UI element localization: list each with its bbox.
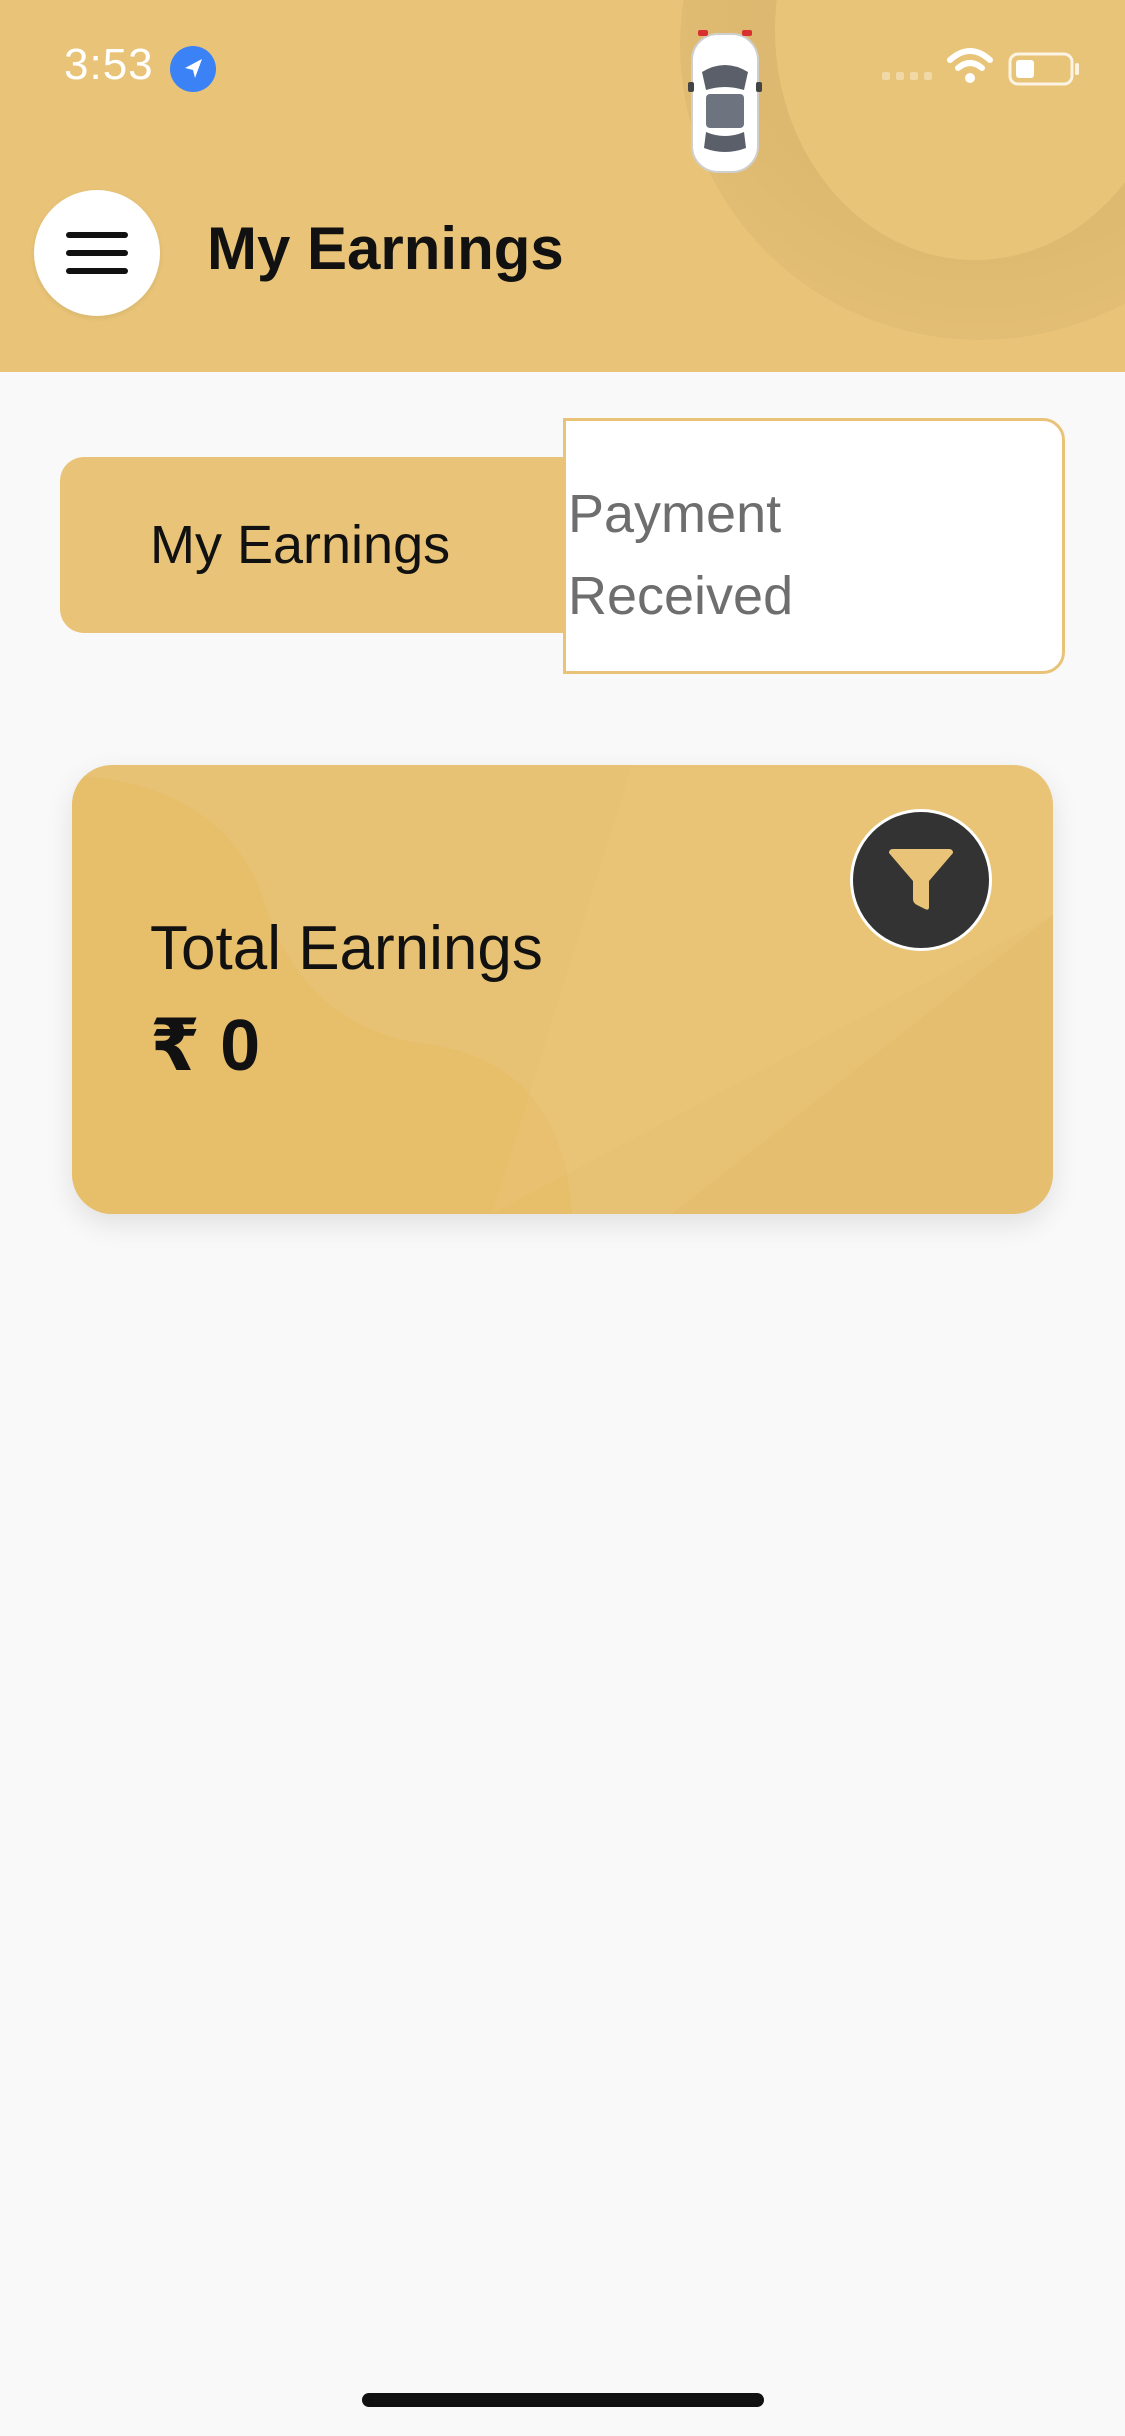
cellular-signal-icon: [882, 72, 932, 80]
car-icon: [688, 30, 762, 173]
tab-my-earnings-label: My Earnings: [150, 515, 451, 575]
hamburger-menu-icon: [66, 232, 128, 274]
status-time: 3:53: [64, 40, 154, 89]
tab-my-earnings[interactable]: My Earnings: [60, 457, 580, 633]
menu-button[interactable]: [34, 190, 160, 316]
tab-payment-received[interactable]: Payment Received: [563, 418, 1065, 674]
total-earnings-card: Total Earnings ₹ 0: [72, 765, 1053, 1214]
app-header: 3:53 My Earnings: [0, 0, 1125, 372]
total-earnings-label: Total Earnings: [150, 914, 543, 983]
filter-button[interactable]: [850, 809, 992, 951]
filter-funnel-icon: [889, 849, 953, 910]
tab-payment-received-label-line2: Received: [568, 566, 794, 626]
total-earnings-value: ₹ 0: [150, 1006, 261, 1086]
home-indicator: [362, 2393, 764, 2407]
tab-payment-received-label-line1: Payment: [568, 484, 782, 544]
page-title: My Earnings: [207, 215, 564, 282]
location-arrow-icon: [170, 46, 216, 92]
battery-icon: [1008, 52, 1079, 86]
wifi-icon: [947, 48, 993, 83]
